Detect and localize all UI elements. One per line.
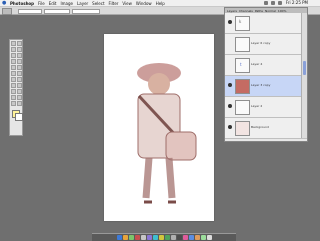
layer-row-selected[interactable]: Layer 3 copy xyxy=(225,76,307,97)
visibility-eye-icon[interactable] xyxy=(228,62,232,66)
visibility-eye-icon[interactable] xyxy=(228,20,232,24)
menu-layer[interactable]: Layer xyxy=(77,1,88,6)
slice-tool-icon[interactable] xyxy=(16,52,22,58)
menu-file[interactable]: File xyxy=(38,1,45,6)
brush-tool-icon[interactable] xyxy=(16,58,22,64)
lasso-tool-icon[interactable] xyxy=(10,46,16,52)
notes-tool-icon[interactable] xyxy=(10,94,16,100)
clock[interactable]: Fri 2:25 PM xyxy=(286,0,308,6)
app-icon[interactable] xyxy=(182,235,188,240)
layer-thumbnail: k xyxy=(235,16,250,31)
volume-icon[interactable] xyxy=(264,1,268,5)
layer-thumbnail xyxy=(235,100,250,115)
layer-thumb-mark: t xyxy=(240,62,242,67)
menu-bar: ● Photoshop File Edit Image Layer Select… xyxy=(0,0,320,7)
blur-tool-icon[interactable] xyxy=(10,76,16,82)
layers-palette: Layers Channels Paths Normal 100% k Laye… xyxy=(224,7,308,142)
menu-extras xyxy=(264,1,282,5)
crop-tool-icon[interactable] xyxy=(10,52,16,58)
hand-tool-icon[interactable] xyxy=(10,100,16,106)
path-selection-tool-icon[interactable] xyxy=(10,82,16,88)
visibility-eye-icon[interactable] xyxy=(228,125,232,129)
move-tool-icon[interactable] xyxy=(16,40,22,46)
layer-name: Layer 3 copy xyxy=(251,83,271,87)
current-tool-icon[interactable] xyxy=(2,8,12,15)
menu-help[interactable]: Help xyxy=(156,1,165,6)
eyedropper-tool-icon[interactable] xyxy=(16,94,22,100)
artwork-illustration xyxy=(104,34,214,221)
layer-name: Layer 6 copy xyxy=(251,41,271,45)
menu-view[interactable]: View xyxy=(122,1,132,6)
layer-name: Background xyxy=(251,125,269,129)
app-icon[interactable] xyxy=(134,235,140,240)
option-field-3[interactable] xyxy=(72,9,100,14)
app-icon[interactable] xyxy=(176,235,182,240)
trash-icon[interactable] xyxy=(206,235,212,240)
menu-filter[interactable]: Filter xyxy=(109,1,119,6)
app-icon[interactable] xyxy=(200,235,206,240)
marquee-tool-icon[interactable] xyxy=(10,40,16,46)
app-icon[interactable] xyxy=(170,235,176,240)
layer-thumb-mark: k xyxy=(239,19,242,24)
visibility-eye-icon[interactable] xyxy=(228,41,232,45)
magic-wand-tool-icon[interactable] xyxy=(16,46,22,52)
visibility-eye-icon[interactable] xyxy=(228,104,232,108)
apple-icon[interactable]: ● xyxy=(2,0,7,6)
airport-icon[interactable] xyxy=(271,1,275,5)
menu-edit[interactable]: Edit xyxy=(49,1,57,6)
menu-app-name[interactable]: Photoshop xyxy=(10,1,34,6)
background-color-swatch[interactable] xyxy=(15,113,23,121)
app-icon[interactable] xyxy=(188,235,194,240)
zoom-tool-icon[interactable] xyxy=(16,100,22,106)
layer-row[interactable]: Layer 6 copy xyxy=(225,34,307,55)
app-icon[interactable] xyxy=(152,235,158,240)
app-icon[interactable] xyxy=(158,235,164,240)
tab-layers[interactable]: Layers xyxy=(227,9,237,13)
layer-name: Layer 4 xyxy=(251,62,263,66)
menu-window[interactable]: Window xyxy=(136,1,152,6)
layers-scrollbar[interactable] xyxy=(301,13,307,138)
layer-name: Layer 2 xyxy=(251,104,263,108)
scrollbar-thumb[interactable] xyxy=(303,61,306,75)
option-field-1[interactable] xyxy=(18,9,42,14)
shape-tool-icon[interactable] xyxy=(16,88,22,94)
app-icon[interactable] xyxy=(128,235,134,240)
option-field-2[interactable] xyxy=(44,9,70,14)
menu-select[interactable]: Select xyxy=(92,1,104,6)
app-icon[interactable] xyxy=(146,235,152,240)
app-icon[interactable] xyxy=(194,235,200,240)
pen-tool-icon[interactable] xyxy=(10,88,16,94)
stamp-tool-icon[interactable] xyxy=(10,64,16,70)
dodge-tool-icon[interactable] xyxy=(16,76,22,82)
gradient-tool-icon[interactable] xyxy=(16,70,22,76)
layer-thumbnail xyxy=(235,79,250,94)
menu-image[interactable]: Image xyxy=(60,1,73,6)
tab-paths[interactable]: Paths xyxy=(255,9,263,13)
battery-icon[interactable] xyxy=(278,1,282,5)
healing-brush-tool-icon[interactable] xyxy=(10,58,16,64)
layer-thumbnail: t xyxy=(235,58,250,73)
finder-icon[interactable] xyxy=(116,235,122,240)
layer-row[interactable]: Layer 2 xyxy=(225,97,307,118)
layer-row[interactable]: t Layer 4 xyxy=(225,55,307,76)
history-brush-tool-icon[interactable] xyxy=(16,64,22,70)
app-icon[interactable] xyxy=(164,235,170,240)
layer-thumbnail xyxy=(235,121,250,136)
type-tool-icon[interactable] xyxy=(16,82,22,88)
layer-row[interactable]: k xyxy=(225,13,307,34)
opacity-field[interactable]: 100% xyxy=(278,9,287,13)
app-icon[interactable] xyxy=(140,235,146,240)
layer-thumbnail xyxy=(235,37,250,52)
visibility-eye-icon[interactable] xyxy=(228,83,232,87)
app-icon[interactable] xyxy=(122,235,128,240)
layer-row[interactable]: Background xyxy=(225,118,307,139)
blend-mode-select[interactable]: Normal xyxy=(265,9,276,13)
eraser-tool-icon[interactable] xyxy=(10,70,16,76)
tab-channels[interactable]: Channels xyxy=(239,9,253,13)
document-canvas[interactable] xyxy=(104,34,214,221)
tools-palette xyxy=(9,39,23,136)
